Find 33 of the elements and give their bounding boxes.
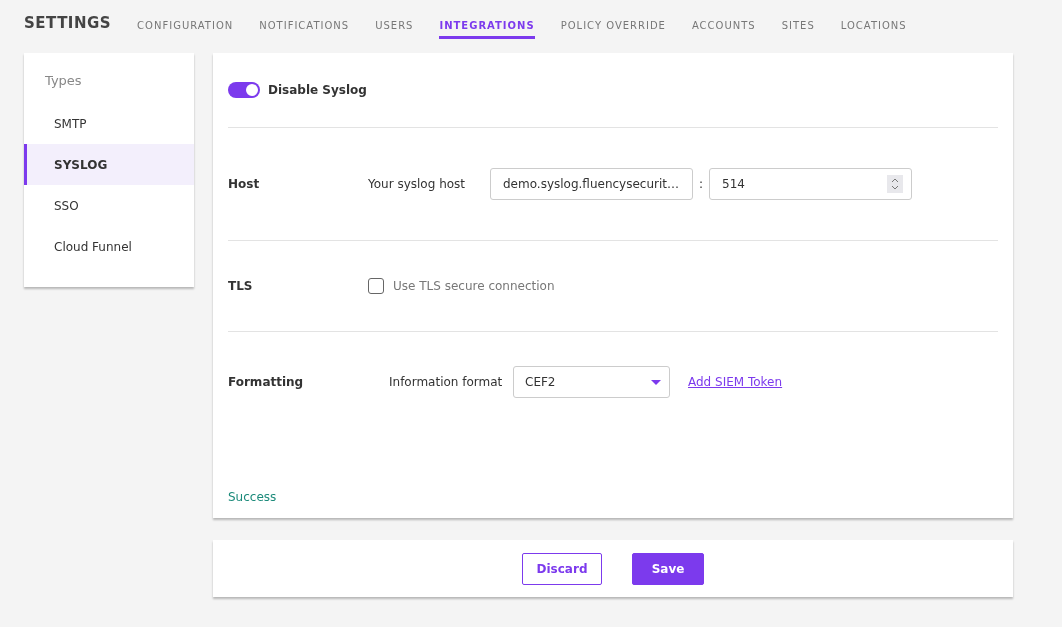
section-title: TLS: [228, 279, 254, 293]
discard-button[interactable]: Discard: [522, 552, 602, 585]
nav-tab[interactable]: INTEGRATIONS: [439, 0, 535, 39]
toggle-label: Disable Syslog: [268, 83, 367, 97]
section-title: Host: [228, 177, 261, 191]
nav-tab[interactable]: CONFIGURATION: [137, 0, 234, 39]
separator: :: [699, 177, 704, 191]
format-dropdown[interactable]: CEF2: [513, 366, 670, 398]
sidebar-item[interactable]: SMTP: [24, 103, 194, 144]
section-title: Formatting: [228, 375, 305, 389]
nav-tab[interactable]: ACCOUNTS: [691, 0, 756, 39]
sidebar-item[interactable]: Cloud Funnel: [24, 226, 194, 267]
nav-tab[interactable]: LOCATIONS: [840, 0, 907, 39]
save-button[interactable]: Save: [632, 552, 704, 585]
caret-icon: [651, 379, 661, 385]
sidebar-item[interactable]: SSO: [24, 185, 194, 226]
nav-tab[interactable]: POLICY OVERRIDE: [560, 0, 666, 39]
status-message: Success: [228, 489, 278, 506]
page-title: SETTINGS: [24, 14, 112, 32]
host-field[interactable]: demo.syslog.fluencysecurit…: [490, 168, 693, 200]
field-label: Information format: [389, 375, 504, 389]
nav-tab[interactable]: NOTIFICATIONS: [259, 0, 350, 39]
nav-tab[interactable]: SITES: [781, 0, 815, 39]
port-field[interactable]: 514: [709, 168, 913, 200]
sidebar-item[interactable]: SYSLOG: [24, 144, 194, 185]
field-label: Your syslog host: [368, 177, 467, 191]
spinner-icon[interactable]: [887, 175, 904, 193]
checkbox[interactable]: [368, 278, 384, 294]
nav-tab[interactable]: USERS: [375, 0, 414, 39]
add-token-link[interactable]: Add SIEM Token: [688, 375, 783, 389]
sidebar-heading: Types: [44, 73, 83, 90]
checkbox-label: Use TLS secure connection: [393, 279, 555, 293]
toggle-switch[interactable]: [228, 82, 260, 98]
